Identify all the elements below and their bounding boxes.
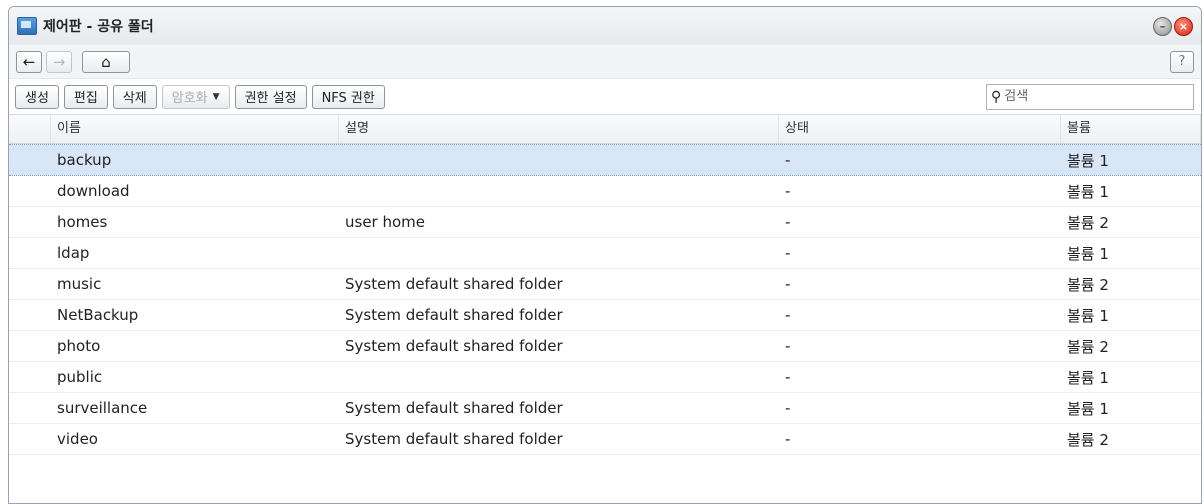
toolbar: 생성 편집 삭제 암호화 ▼ 권한 설정 NFS 권한 ⚲ <box>9 79 1201 115</box>
encrypt-dropdown[interactable]: 암호화 ▼ <box>161 84 230 109</box>
create-button[interactable]: 생성 <box>15 84 59 109</box>
search-icon: ⚲ <box>991 88 1002 105</box>
cell-volume: 볼륨 1 <box>1067 182 1109 201</box>
column-header-status[interactable]: 상태 <box>779 115 1061 143</box>
cell-volume: 볼륨 1 <box>1067 306 1109 325</box>
control-panel-icon <box>17 17 37 35</box>
cell-volume: 볼륨 2 <box>1067 213 1109 232</box>
cell-volume: 볼륨 2 <box>1067 337 1109 356</box>
home-icon: ⌂ <box>101 52 111 71</box>
cell-name: ldap <box>57 244 90 262</box>
encrypt-label: 암호화 <box>171 91 208 106</box>
caret-down-icon: ▼ <box>212 91 220 102</box>
back-button[interactable]: ← <box>16 50 42 73</box>
cell-volume: 볼륨 1 <box>1067 399 1109 418</box>
table-row[interactable]: public - 볼륨 1 <box>9 362 1201 393</box>
column-header-name[interactable]: 이름 <box>51 115 339 143</box>
table-body: backup - 볼륨 1 download - 볼륨 1 homes user… <box>9 144 1201 455</box>
cell-status: - <box>785 213 791 231</box>
cell-name: backup <box>57 151 112 169</box>
table-row[interactable]: ldap - 볼륨 1 <box>9 238 1201 269</box>
cell-description: System default shared folder <box>345 430 563 448</box>
cell-status: - <box>785 368 791 386</box>
cell-status: - <box>785 306 791 324</box>
selector-column-header <box>9 115 51 143</box>
cell-name: public <box>57 368 103 386</box>
cell-description: user home <box>345 213 426 231</box>
table-row[interactable]: video System default shared folder - 볼륨 … <box>9 424 1201 455</box>
cell-name: video <box>57 430 98 448</box>
forward-button[interactable]: → <box>46 50 72 73</box>
edit-button[interactable]: 편집 <box>63 84 108 109</box>
column-header-description[interactable]: 설명 <box>339 115 779 143</box>
home-button[interactable]: ⌂ <box>82 50 130 73</box>
cell-status: - <box>785 182 791 200</box>
cell-volume: 볼륨 2 <box>1067 430 1109 449</box>
help-button[interactable]: ? <box>1170 50 1194 73</box>
column-header-volume[interactable]: 볼륨 <box>1061 115 1201 143</box>
cell-volume: 볼륨 2 <box>1067 275 1109 294</box>
cell-status: - <box>785 430 791 448</box>
cell-status: - <box>785 399 791 417</box>
cell-status: - <box>785 244 791 262</box>
window-controls: – × <box>1153 16 1193 36</box>
delete-button[interactable]: 삭제 <box>112 84 157 109</box>
cell-name: NetBackup <box>57 306 139 324</box>
navigation-bar: ← → ⌂ ? <box>9 45 1201 79</box>
table-header: 이름 설명 상태 볼륨 <box>9 115 1201 144</box>
cell-name: music <box>57 275 102 293</box>
cell-status: - <box>785 337 791 355</box>
table-row[interactable]: download - 볼륨 1 <box>9 176 1201 207</box>
title-bar: 제어판 - 공유 폴더 – × <box>9 7 1201 45</box>
table-row[interactable]: photo System default shared folder - 볼륨 … <box>9 331 1201 362</box>
permissions-button[interactable]: 권한 설정 <box>234 84 307 109</box>
minimize-button[interactable]: – <box>1153 16 1172 36</box>
cell-description: System default shared folder <box>345 306 563 324</box>
cell-name: homes <box>57 213 108 231</box>
table-row[interactable]: homes user home - 볼륨 2 <box>9 207 1201 238</box>
cell-volume: 볼륨 1 <box>1067 244 1109 263</box>
cell-name: download <box>57 182 130 200</box>
table-row[interactable]: surveillance System default shared folde… <box>9 393 1201 424</box>
table-row[interactable]: music System default shared folder - 볼륨 … <box>9 269 1201 300</box>
cell-description: System default shared folder <box>345 399 563 417</box>
control-panel-window: 제어판 - 공유 폴더 – × ← → ⌂ ? 생성 편집 삭제 암호화 ▼ 권한… <box>8 6 1202 504</box>
cell-volume: 볼륨 1 <box>1067 368 1109 387</box>
cell-name: surveillance <box>57 399 148 417</box>
search-input[interactable] <box>1004 89 1175 104</box>
table-row[interactable]: NetBackup System default shared folder -… <box>9 300 1201 331</box>
cell-description: System default shared folder <box>345 337 563 355</box>
search-box[interactable]: ⚲ <box>986 83 1194 110</box>
cell-description: System default shared folder <box>345 275 563 293</box>
table-row[interactable]: backup - 볼륨 1 <box>9 144 1201 176</box>
cell-status: - <box>785 151 791 169</box>
cell-status: - <box>785 275 791 293</box>
cell-name: photo <box>57 337 101 355</box>
close-button[interactable]: × <box>1174 16 1193 36</box>
cell-volume: 볼륨 1 <box>1067 151 1109 170</box>
nfs-permissions-button[interactable]: NFS 권한 <box>311 84 385 109</box>
window-title: 제어판 - 공유 폴더 <box>43 19 154 35</box>
